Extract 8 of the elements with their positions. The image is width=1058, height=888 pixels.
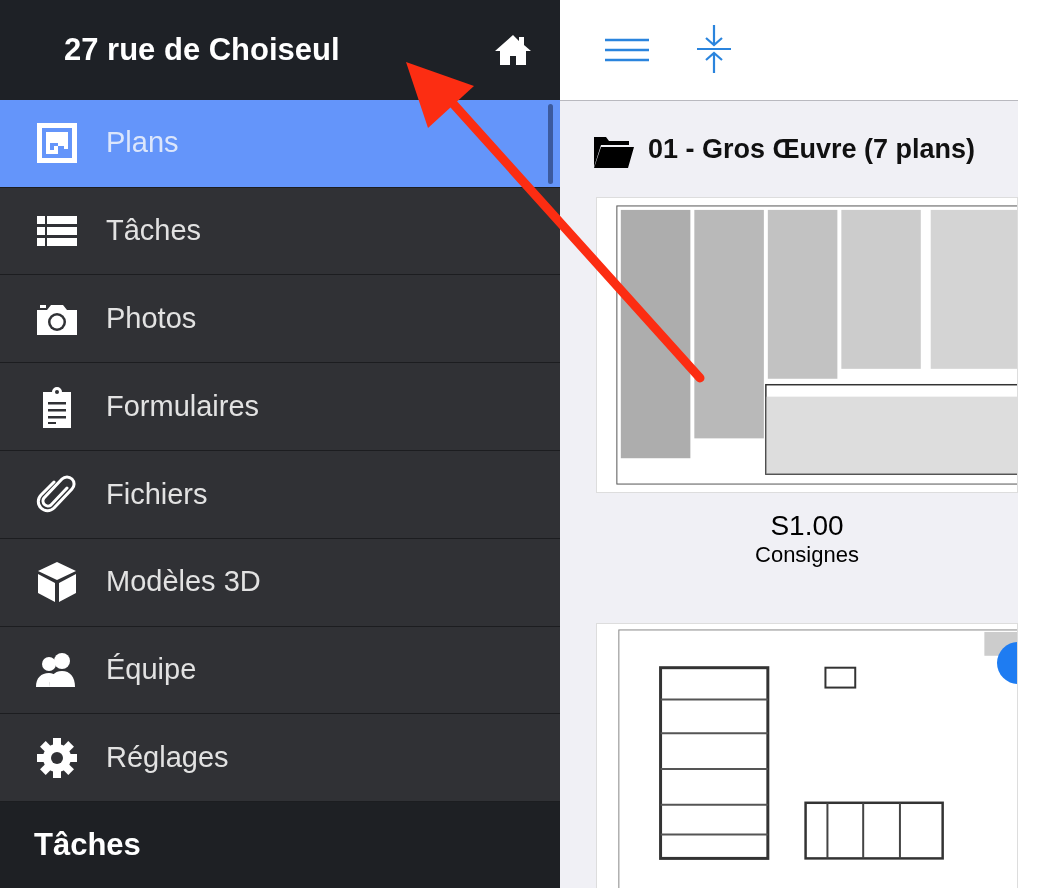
plan-number: S1.00 (769, 511, 845, 542)
folder-icon (592, 135, 634, 169)
project-title: 27 rue de Choiseul (64, 30, 340, 69)
home-button[interactable] (494, 32, 532, 67)
folder-title: 01 - Gros Œuvre (7 plans) (648, 133, 976, 166)
collapse-button[interactable] (696, 24, 732, 76)
section-title: Tâches (34, 825, 141, 864)
plan-name: Consignes (754, 541, 860, 569)
